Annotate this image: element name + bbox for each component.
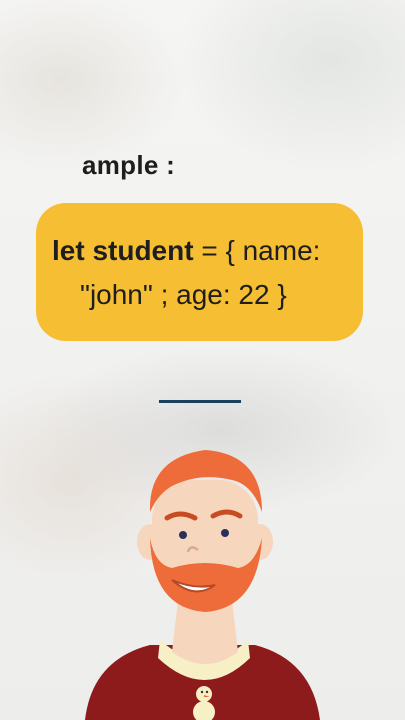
presenter-avatar <box>85 450 320 720</box>
avatar-left-eye <box>179 531 187 539</box>
code-line-2: "john" ; age: 22 } <box>80 279 287 310</box>
code-line-1-rest: = { name: <box>193 235 321 266</box>
example-heading: ample : <box>82 150 176 180</box>
avatar-right-eye <box>221 529 229 537</box>
code-line-1: let student = { name: <box>52 235 320 267</box>
divider-line <box>159 400 241 403</box>
code-bubble: let student = { name: "john" ; age: 22 } <box>36 203 363 341</box>
code-keyword: let student <box>52 235 194 266</box>
